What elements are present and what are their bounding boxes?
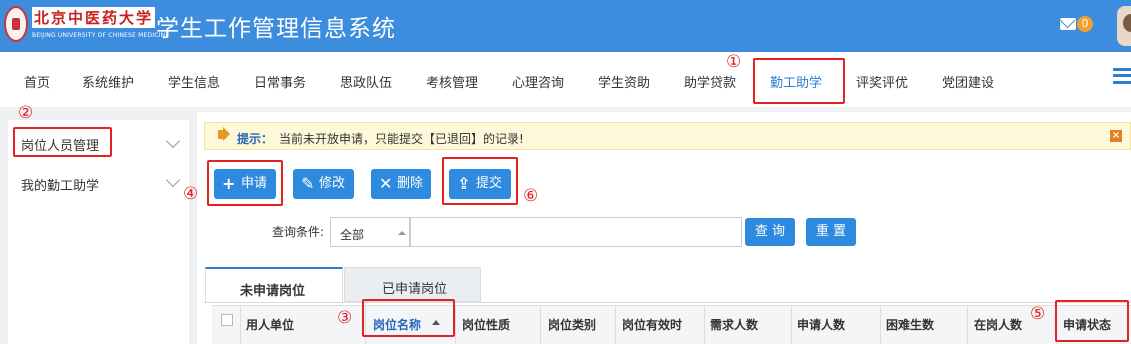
notice-text: 当前未开放申请，只能提交【已退回】的记录! <box>279 132 524 146</box>
nav-item-aid[interactable]: 学生资助 <box>598 72 650 91</box>
nav-item-daily[interactable]: 日常事务 <box>254 72 306 91</box>
column-divider <box>455 305 456 344</box>
annotation-5: ⑤ <box>1030 304 1046 324</box>
highlight-box-apply <box>207 160 283 206</box>
nav-item-party[interactable]: 党团建设 <box>942 72 994 91</box>
column-divider <box>240 305 241 344</box>
highlight-box-position-name <box>362 299 455 337</box>
nav-item-awards[interactable]: 评奖评优 <box>856 72 908 91</box>
delete-button[interactable]: ✕ 删除 <box>371 169 431 199</box>
annotation-2: ② <box>18 103 34 123</box>
sidebar-item-my-work-study[interactable]: 我的勤工助学 <box>21 175 99 194</box>
column-position-nature[interactable]: 岗位性质 <box>462 316 510 333</box>
nav-item-staff[interactable]: 思政队伍 <box>340 72 392 91</box>
university-logo: 北京中医药大学 BEIJING UNIVERSITY OF CHINESE ME… <box>4 4 169 46</box>
main-nav: 首页 系统维护 学生信息 日常事务 思政队伍 考核管理 心理咨询 学生资助 助学… <box>0 52 1131 107</box>
highlight-box-nav <box>753 58 845 104</box>
select-all-checkbox[interactable] <box>221 314 233 326</box>
nav-item-home[interactable]: 首页 <box>24 72 50 91</box>
column-required-count[interactable]: 需求人数 <box>710 316 758 333</box>
nav-item-system[interactable]: 系统维护 <box>82 72 134 91</box>
column-divider <box>967 305 968 344</box>
query-input[interactable] <box>410 217 742 247</box>
annotation-1: ① <box>726 52 742 72</box>
menu-icon[interactable] <box>1113 68 1131 84</box>
highlight-box-sidebar <box>13 127 112 157</box>
column-applicant-count[interactable]: 申请人数 <box>797 316 845 333</box>
tab-unapplied[interactable]: 未申请岗位 <box>205 267 343 303</box>
nav-item-assessment[interactable]: 考核管理 <box>426 72 478 91</box>
tab-divider <box>204 302 1131 303</box>
nav-item-student-info[interactable]: 学生信息 <box>168 72 220 91</box>
system-title: 学生工作管理信息系统 <box>156 16 396 42</box>
speaker-icon <box>218 130 226 139</box>
column-hardship-count[interactable]: 困难生数 <box>886 316 934 333</box>
highlight-box-submit <box>442 157 518 205</box>
column-divider <box>880 305 881 344</box>
nav-item-counseling[interactable]: 心理咨询 <box>512 72 564 91</box>
annotation-6: ⑥ <box>523 186 539 206</box>
column-divider <box>704 305 705 344</box>
edit-button[interactable]: ✎ 修改 <box>293 169 354 199</box>
column-on-duty-count[interactable]: 在岗人数 <box>974 316 1022 333</box>
chevron-up-icon <box>398 231 406 235</box>
user-avatar[interactable] <box>1117 6 1131 46</box>
condition-select[interactable]: 全部 <box>330 217 410 247</box>
top-header: 北京中医药大学 BEIJING UNIVERSITY OF CHINESE ME… <box>0 0 1131 52</box>
reset-button[interactable]: 重 置 <box>806 218 856 246</box>
university-name-en: BEIJING UNIVERSITY OF CHINESE MEDICINE <box>32 32 170 39</box>
university-name: 北京中医药大学 <box>32 7 156 28</box>
nav-item-loan[interactable]: 助学贷款 <box>684 72 736 91</box>
close-icon[interactable]: × <box>1110 130 1122 142</box>
annotation-4: ④ <box>183 184 199 204</box>
mail-count-badge: 0 <box>1077 16 1093 32</box>
pencil-icon: ✎ <box>301 174 315 193</box>
query-label: 查询条件: <box>272 225 325 239</box>
mail-icon[interactable] <box>1060 18 1076 30</box>
annotation-3: ③ <box>337 308 353 328</box>
university-seal-icon <box>4 6 28 42</box>
column-divider <box>540 305 541 344</box>
column-divider <box>791 305 792 344</box>
notice-label: 提示： <box>237 132 274 146</box>
column-employer[interactable]: 用人单位 <box>246 316 294 333</box>
highlight-box-status <box>1055 300 1129 342</box>
search-button[interactable]: 查 询 <box>745 218 795 246</box>
column-divider <box>615 305 616 344</box>
column-position-category[interactable]: 岗位类别 <box>548 316 596 333</box>
tab-applied[interactable]: 已申请岗位 <box>344 267 481 302</box>
x-icon: ✕ <box>379 174 393 193</box>
column-valid-time[interactable]: 岗位有效时 <box>622 316 682 333</box>
